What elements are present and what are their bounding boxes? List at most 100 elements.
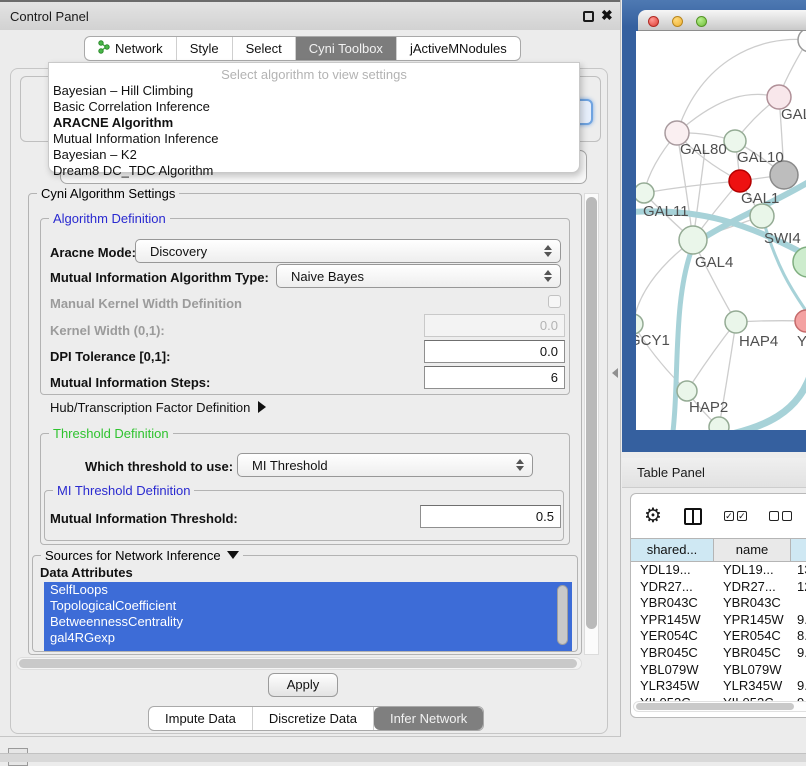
float-window-icon[interactable]: [583, 11, 594, 22]
network-window-titlebar[interactable]: [638, 10, 806, 31]
data-attributes-label: Data Attributes: [40, 565, 133, 580]
control-panel-window: Control Panel ✖ Network Style: [0, 0, 621, 737]
dropdown-item[interactable]: Basic Correlation Inference: [49, 99, 579, 115]
settings-vertical-scrollbar[interactable]: [584, 193, 599, 655]
threshold-definition-title: Threshold Definition: [49, 426, 173, 441]
tab-style[interactable]: Style: [177, 37, 233, 60]
divider-collapse-arrow-icon[interactable]: [612, 368, 618, 378]
tab-cyni-toolbox[interactable]: Cyni Toolbox: [296, 37, 397, 60]
tab-select-label: Select: [246, 41, 282, 56]
list-item[interactable]: gal4RGexp: [44, 630, 572, 646]
tab-discretize-data[interactable]: Discretize Data: [253, 707, 374, 730]
tab-jactivemnodules-label: jActiveMNodules: [410, 41, 507, 56]
tab-cyni-toolbox-label: Cyni Toolbox: [309, 41, 383, 56]
list-item[interactable]: BetweennessCentrality: [44, 614, 572, 630]
list-item[interactable]: TopologicalCoefficient: [44, 598, 572, 614]
mi-steps-field[interactable]: 6: [424, 366, 565, 389]
table-row[interactable]: YBR043CYBR043C: [631, 595, 806, 612]
table-horizontal-scrollbar[interactable]: [633, 701, 806, 712]
table-row[interactable]: YLR345WYLR345W9.: [631, 678, 806, 695]
network-canvas[interactable]: GAL GAL80 GAL10 GAL1 GAL11 SWI4 GAL4 GCY…: [636, 31, 806, 430]
table-row[interactable]: YPR145WYPR145W9.: [631, 612, 806, 629]
dropdown-item[interactable]: Bayesian – K2: [49, 147, 579, 163]
tab-style-label: Style: [190, 41, 219, 56]
network-node-gcy1[interactable]: [636, 314, 643, 334]
network-node[interactable]: [795, 310, 806, 332]
node-label: GAL11: [643, 203, 689, 220]
which-threshold-label: Which threshold to use:: [85, 459, 233, 474]
column-header-clipped[interactable]: A: [791, 539, 806, 561]
control-panel-titlebar: Control Panel ✖: [0, 0, 620, 30]
apply-button[interactable]: Apply: [268, 673, 338, 697]
mi-type-label: Mutual Information Algorithm Type:: [50, 270, 269, 285]
table-row[interactable]: YER054CYER054C8.: [631, 628, 806, 645]
select-all-icon[interactable]: ✓✓: [724, 511, 747, 521]
screen: Control Panel ✖ Network Style: [0, 0, 806, 762]
table-row[interactable]: YDR27...YDR27...12: [631, 579, 806, 596]
table-header-row: shared... name A: [631, 538, 806, 562]
dpi-tolerance-field[interactable]: 0.0: [424, 340, 565, 363]
minimize-traffic-light-icon[interactable]: [672, 16, 683, 27]
table-row[interactable]: YBL079WYBL079W: [631, 662, 806, 679]
tab-network[interactable]: Network: [85, 37, 177, 60]
zoom-traffic-light-icon[interactable]: [696, 16, 707, 27]
dropdown-prompt: Select algorithm to view settings: [49, 63, 579, 83]
vertical-scrollbar-thumb[interactable]: [586, 197, 597, 629]
node-label: GAL1: [741, 190, 779, 207]
node-label: GAL4: [695, 254, 733, 271]
network-node-hap2[interactable]: [677, 381, 697, 401]
dropdown-item[interactable]: Bayesian – Hill Climbing: [49, 83, 579, 99]
list-item[interactable]: SelfLoops: [44, 582, 572, 598]
network-node-gal11[interactable]: [636, 183, 654, 203]
close-traffic-light-icon[interactable]: [648, 16, 659, 27]
tab-select[interactable]: Select: [233, 37, 296, 60]
column-header-shared-name[interactable]: shared...: [631, 539, 714, 561]
mi-threshold-field[interactable]: 0.5: [420, 505, 561, 528]
network-node-swi4[interactable]: [750, 204, 774, 228]
sources-title-row[interactable]: Sources for Network Inference: [41, 548, 243, 563]
aracne-mode-select[interactable]: Discovery: [135, 239, 561, 263]
network-view-window: GAL GAL80 GAL10 GAL1 GAL11 SWI4 GAL4 GCY…: [622, 0, 806, 452]
list-item[interactable]: [44, 646, 572, 651]
mi-type-value: Naive Bayes: [277, 269, 543, 284]
which-threshold-value: MI Threshold: [238, 458, 515, 473]
mi-type-select[interactable]: Naive Bayes: [276, 264, 561, 288]
split-columns-icon[interactable]: [684, 508, 702, 525]
network-node[interactable]: [709, 417, 729, 430]
table-toolbar: ⚙ ✓✓: [631, 494, 806, 538]
select-none-icon[interactable]: [769, 511, 792, 521]
tab-jactivemnodules[interactable]: jActiveMNodules: [397, 37, 520, 60]
expander-expanded-icon: [227, 551, 239, 559]
stepper-arrows-icon: [515, 459, 524, 471]
kernel-width-field[interactable]: 0.0: [424, 314, 565, 337]
tab-impute-data[interactable]: Impute Data: [149, 707, 253, 730]
table-scrollbar-thumb[interactable]: [636, 703, 794, 710]
gear-icon[interactable]: ⚙: [644, 506, 662, 526]
control-panel-tabstrip: Network Style Select Cyni Toolbox jActiv…: [84, 36, 521, 61]
network-node-hap4[interactable]: [725, 311, 747, 333]
network-graph-icon: [98, 40, 110, 57]
manual-kernel-checkbox[interactable]: [548, 295, 561, 308]
dropdown-item[interactable]: Dream8 DC_TDC Algorithm: [49, 163, 579, 179]
horizontal-scrollbar-thumb[interactable]: [19, 659, 577, 668]
bottom-tabstrip: Impute Data Discretize Data Infer Networ…: [148, 706, 484, 731]
network-node-gal1[interactable]: [729, 170, 751, 192]
table-row[interactable]: YBR045CYBR045C9.: [631, 645, 806, 662]
hub-factor-expander[interactable]: Hub/Transcription Factor Definition: [50, 400, 266, 415]
node-label: GAL: [781, 106, 806, 123]
table-row[interactable]: YDL19...YDL19...13: [631, 562, 806, 579]
manual-kernel-label: Manual Kernel Width Definition: [50, 296, 242, 311]
data-attributes-list[interactable]: SelfLoops TopologicalCoefficient Between…: [44, 582, 572, 651]
close-icon[interactable]: ✖: [601, 7, 613, 24]
column-header-name[interactable]: name: [714, 539, 791, 561]
network-node[interactable]: [798, 31, 806, 52]
tab-infer-network[interactable]: Infer Network: [374, 707, 483, 730]
settings-horizontal-scrollbar[interactable]: [16, 657, 582, 670]
dropdown-item-selected[interactable]: ARACNE Algorithm: [49, 115, 579, 131]
network-node-gal4[interactable]: [679, 226, 707, 254]
list-scrollbar-thumb[interactable]: [557, 585, 568, 645]
dropdown-item[interactable]: Mutual Information Inference: [49, 131, 579, 147]
table-panel: ⚙ ✓✓ shared... name A YDL19...YDL19...13…: [630, 493, 806, 718]
which-threshold-select[interactable]: MI Threshold: [237, 453, 533, 477]
mi-steps-label: Mutual Information Steps:: [50, 375, 210, 390]
